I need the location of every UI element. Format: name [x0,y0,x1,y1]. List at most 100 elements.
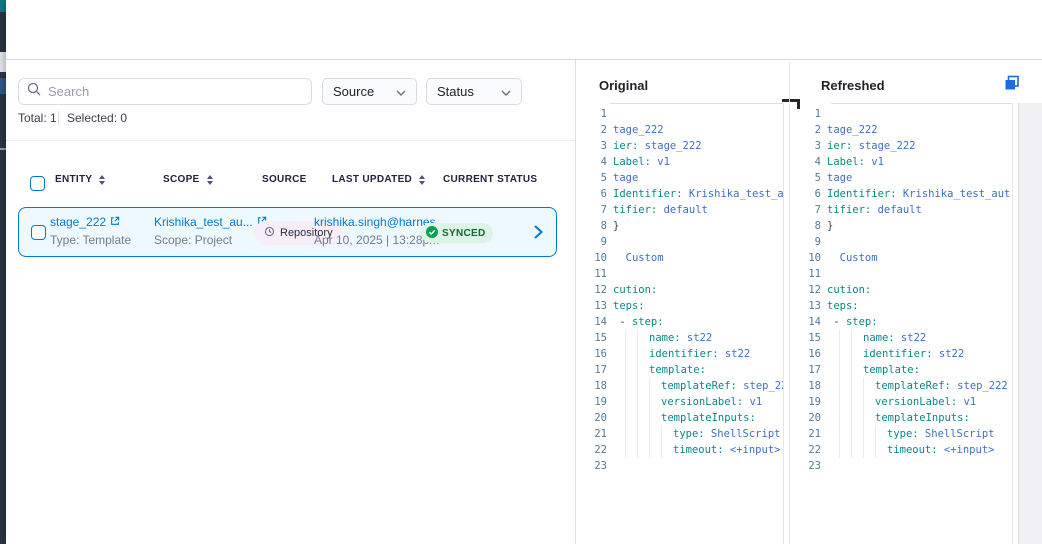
search-input[interactable] [48,84,303,99]
code-token: tage_222 [827,122,878,138]
code-token: ier: [613,138,638,154]
column-header-label: ENTITY [55,174,92,185]
indent-guide [851,410,863,426]
indent-guide [637,394,649,410]
line-number: 12 [789,282,821,298]
indent-guide [649,394,661,410]
code-token: name: [649,330,681,346]
indent-guide [625,362,637,378]
indent-lead [613,442,625,458]
line-number: 18 [789,378,821,394]
source-filter-dropdown[interactable]: Source [322,78,417,105]
indent-guide [625,346,637,362]
column-header-last-updated[interactable]: LAST UPDATED [332,174,425,185]
code-line: 20templateInputs: [789,410,1013,426]
indent-guide [649,426,661,442]
indent-guide [649,410,661,426]
indent-lead [827,346,839,362]
code-token: v1 [957,394,976,410]
code-line: 6Identifier: Krishika_test_aut [789,186,1013,202]
code-token: st22 [719,346,751,362]
editor-top-border [610,103,783,104]
indent-guide [625,442,637,458]
line-number: 18 [575,378,607,394]
indent-guide [863,378,875,394]
indent-guide [863,426,875,442]
table-row[interactable]: stage_222 Type: Template Krishika_test_a… [18,207,557,257]
indent-guide [839,378,851,394]
original-code-editor[interactable]: 12tage_2223ier: stage_2224Label: v15tage… [575,106,783,544]
entity-cell: stage_222 Type: Template [50,215,131,247]
line-number: 10 [575,250,607,266]
code-token: tage_222 [613,122,664,138]
line-number: 7 [575,202,607,218]
section-divider [6,140,575,141]
indent-guide [625,426,637,442]
refreshed-panel-title: Refreshed [821,78,885,93]
chevron-right-icon[interactable] [534,225,543,244]
code-line: 14 - step: [575,314,783,330]
line-number: 14 [789,314,821,330]
code-line: 6Identifier: Krishika_test_aut [575,186,783,202]
scope-link[interactable]: Krishika_test_au... [154,215,253,229]
code-line: 2 tage_222 [575,122,783,138]
line-number: 6 [575,186,607,202]
indent-guide [875,442,887,458]
code-line: 3ier: stage_222 [575,138,783,154]
indent-guide [637,426,649,442]
indent-guide [625,330,637,346]
column-header-scope[interactable]: SCOPE [163,174,213,185]
code-line: 1 [789,106,1013,122]
code-token: templateRef: [875,378,951,394]
indent-guide [649,378,661,394]
code-line: 13teps: [575,298,783,314]
line-number: 16 [575,346,607,362]
indent-lead [613,410,625,426]
code-token: Identifier: [613,186,683,202]
indent-guide [637,442,649,458]
code-token: step_222 [737,378,783,394]
code-line: 15name: st22 [575,330,783,346]
code-token: v1 [651,154,670,170]
line-number: 2 [575,122,607,138]
external-link-icon[interactable] [110,215,120,229]
indent-guide [839,426,851,442]
code-token: templateInputs: [875,410,970,426]
indent-guide [661,442,673,458]
sort-icon[interactable] [99,175,105,185]
line-number: 21 [575,426,607,442]
code-token: } [827,218,833,234]
column-header-entity[interactable]: ENTITY [55,174,105,185]
indent-guide [875,426,887,442]
status-filter-dropdown[interactable]: Status [426,78,522,105]
sort-icon[interactable] [419,175,425,185]
code-line: 20templateInputs: [575,410,783,426]
indent-lead [613,378,625,394]
search-icon [27,82,41,101]
refreshed-code-editor[interactable]: 12tage_2223ier: stage_2224Label: v15tage… [789,106,1013,544]
indent-guide [649,442,661,458]
line-number: 10 [789,250,821,266]
sort-icon[interactable] [207,175,213,185]
entity-link[interactable]: stage_222 [50,215,106,229]
indent-guide [625,394,637,410]
column-header-label: LAST UPDATED [332,174,412,185]
code-token: ier: [827,138,852,154]
indent-guide [863,442,875,458]
code-token: cution: [613,282,657,298]
table-header-row: ENTITYSCOPESOURCELAST UPDATEDCURRENT STA… [0,174,575,194]
line-number: 15 [575,330,607,346]
code-token: ShellScript [705,426,781,442]
row-checkbox[interactable] [31,225,46,240]
line-number: 2 [789,122,821,138]
indent-guide [637,362,649,378]
copy-icon[interactable] [1004,75,1020,96]
code-line: 10 Custom [575,250,783,266]
code-token: Label: [827,154,865,170]
code-token: step_222 [951,378,1008,394]
indent-guide [851,346,863,362]
line-number: 1 [789,106,821,122]
code-token: type: [887,426,919,442]
referencing-entities-modal: Referencing Entities of step_222 v1 STAB… [0,0,1042,544]
code-token: Label: [613,154,651,170]
